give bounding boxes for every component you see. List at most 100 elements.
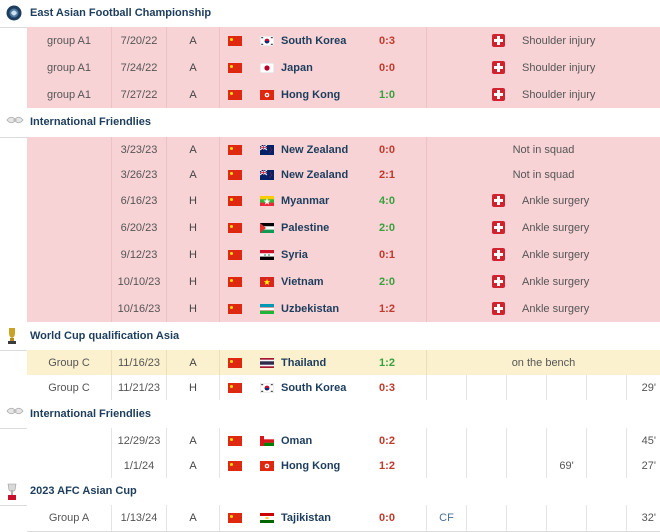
match-result-link[interactable]: 1:0	[348, 81, 427, 108]
china-flag-icon	[228, 170, 242, 180]
competition-name-link[interactable]: International Friendlies	[30, 408, 151, 420]
opponent: Myanmar	[250, 187, 348, 214]
match-group	[27, 428, 112, 453]
injury-text: Ankle surgery	[522, 195, 589, 207]
match-row: group A17/24/22AJapan0:0Shoulder injury	[27, 54, 660, 82]
opponent-name-link[interactable]: Japan	[281, 62, 313, 74]
match-result-link[interactable]: 2:0	[348, 214, 427, 241]
opponent: Vietnam	[250, 268, 348, 295]
injury-text: Ankle surgery	[522, 276, 589, 288]
stat-subbed-on	[547, 428, 587, 453]
match-venue: A	[167, 54, 220, 81]
match-result-link[interactable]: 2:0	[348, 268, 427, 295]
opponent-name-link[interactable]: Thailand	[281, 357, 326, 369]
team-flag	[220, 27, 250, 54]
opponent-flag-icon	[260, 36, 274, 46]
china-flag-icon	[228, 277, 242, 287]
china-flag-icon	[228, 63, 242, 73]
match-date: 11/21/23	[112, 375, 167, 400]
opponent-name-link[interactable]: South Korea	[281, 35, 346, 47]
match-venue: A	[167, 428, 220, 453]
match-row: 1/1/24AHong Kong1:269'27'	[27, 453, 660, 479]
stat-assists	[507, 505, 547, 531]
match-group: group A1	[27, 54, 112, 81]
match-result-link[interactable]: 4:0	[348, 187, 427, 214]
stat-cards	[587, 453, 627, 478]
stat-cards	[587, 428, 627, 453]
opponent-name-link[interactable]: Tajikistan	[281, 512, 331, 524]
opponent: Oman	[250, 428, 348, 453]
match-result-link[interactable]: 0:0	[348, 54, 427, 81]
team-flag	[220, 505, 250, 531]
injury-text: Shoulder injury	[522, 35, 595, 47]
team-flag	[220, 241, 250, 268]
opponent-name-link[interactable]: Oman	[281, 435, 312, 447]
team-flag	[220, 350, 250, 375]
match-group: Group A	[27, 505, 112, 531]
match-result-link[interactable]: 1:2	[348, 453, 427, 478]
match-group	[27, 162, 112, 187]
opponent: Tajikistan	[250, 505, 348, 531]
match-result-link[interactable]: 2:1	[348, 162, 427, 187]
match-date: 3/26/23	[112, 162, 167, 187]
opponent-name-link[interactable]: Uzbekistan	[281, 303, 339, 315]
opponent-name-link[interactable]: Myanmar	[281, 195, 329, 207]
match-row: Group A1/13/24ATajikistan0:0CF32'	[27, 505, 660, 532]
position	[427, 453, 467, 478]
stat-assists	[507, 428, 547, 453]
opponent-name-link[interactable]: Syria	[281, 249, 308, 261]
minutes-played: 32'	[627, 505, 660, 531]
opponent-flag-icon	[260, 63, 274, 73]
china-flag-icon	[228, 223, 242, 233]
match-date: 1/13/24	[112, 505, 167, 531]
match-group	[27, 453, 112, 478]
opponent-name-link[interactable]: Vietnam	[281, 276, 324, 288]
match-result-link[interactable]: 0:3	[348, 375, 427, 400]
minutes-played: 45'	[627, 428, 660, 453]
match-result-link[interactable]: 0:0	[348, 505, 427, 531]
injury-text: Ankle surgery	[522, 249, 589, 261]
match-result-link[interactable]: 1:2	[348, 350, 427, 375]
opponent: New Zealand	[250, 137, 348, 162]
opponent-name-link[interactable]: South Korea	[281, 382, 346, 394]
opponent-flag-icon	[260, 223, 274, 233]
injury-cross-icon	[492, 34, 505, 47]
injury-status: Ankle surgery	[427, 295, 660, 322]
opponent-name-link[interactable]: Hong Kong	[281, 460, 340, 472]
injury-text: Ankle surgery	[522, 222, 589, 234]
match-date: 7/20/22	[112, 27, 167, 54]
opponent-flag-icon	[260, 513, 274, 523]
match-result-link[interactable]: 0:1	[348, 241, 427, 268]
china-flag-icon	[228, 90, 242, 100]
opponent-flag-icon	[260, 90, 274, 100]
competition-name-link[interactable]: International Friendlies	[30, 116, 151, 128]
opponent-name-link[interactable]: New Zealand	[281, 169, 348, 181]
match-venue: A	[167, 453, 220, 478]
team-flag	[220, 268, 250, 295]
match-row: 12/29/23AOman0:245'	[27, 428, 660, 454]
opponent-name-link[interactable]: Palestine	[281, 222, 329, 234]
match-result-link[interactable]: 0:0	[348, 137, 427, 162]
match-venue: A	[167, 81, 220, 108]
injury-cross-icon	[492, 61, 505, 74]
opponent-flag-icon	[260, 145, 274, 155]
competition-name-link[interactable]: World Cup qualification Asia	[30, 330, 179, 342]
opponent: Uzbekistan	[250, 295, 348, 322]
china-flag-icon	[228, 461, 242, 471]
injury-cross-icon	[492, 88, 505, 101]
stat-goals	[467, 428, 507, 453]
opponent-name-link[interactable]: New Zealand	[281, 144, 348, 156]
status-text: Not in squad	[513, 144, 575, 156]
match-result-link[interactable]: 0:3	[348, 27, 427, 54]
opponent-name-link[interactable]: Hong Kong	[281, 89, 340, 101]
stat-assists	[507, 375, 547, 400]
match-result-link[interactable]: 1:2	[348, 295, 427, 322]
match-row: 3/26/23ANew Zealand2:1Not in squad	[27, 162, 660, 188]
competition-name-link[interactable]: 2023 AFC Asian Cup	[30, 485, 137, 497]
absence-status: Not in squad	[427, 137, 660, 162]
competition-name-link[interactable]: East Asian Football Championship	[30, 7, 211, 19]
match-group	[27, 268, 112, 295]
opponent: Hong Kong	[250, 453, 348, 478]
injury-cross-icon	[492, 302, 505, 315]
match-result-link[interactable]: 0:2	[348, 428, 427, 453]
